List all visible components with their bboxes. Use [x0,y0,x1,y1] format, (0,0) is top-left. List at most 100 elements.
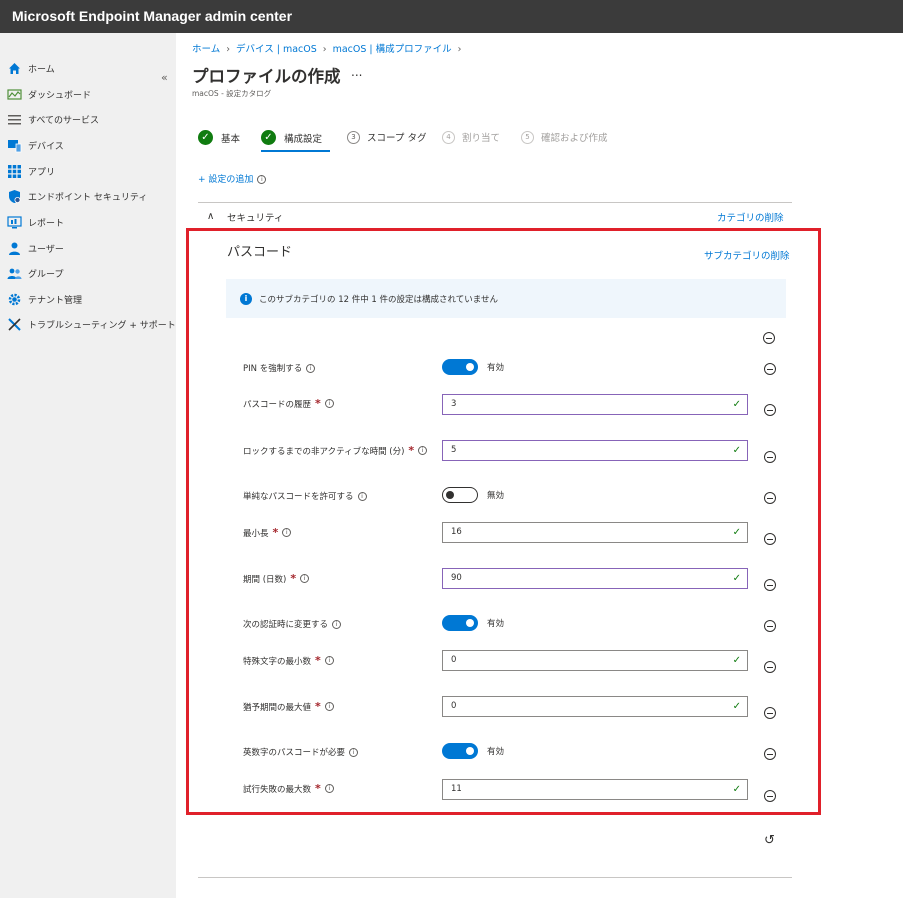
wizard-step-scope-tags[interactable]: 3 スコープ タグ [347,130,426,144]
setting-label: 最小長 * i [243,526,292,539]
setting-label: 期間 (日数) * i [243,572,310,585]
shield-icon [7,189,22,204]
remove-setting-icon[interactable] [764,579,776,591]
breadcrumb-home[interactable]: ホーム [192,44,220,55]
required-marker: * [272,526,279,539]
sidebar-item-reports[interactable]: レポート [7,211,64,233]
info-icon[interactable]: i [306,363,316,373]
remove-setting-icon[interactable] [764,533,776,545]
add-settings-link[interactable]: + 設定の追加 i [198,172,267,185]
breadcrumb-macos-profiles[interactable]: macOS | 構成プロファイル [333,44,452,55]
sidebar-item-tenant-admin[interactable]: テナント管理 [7,288,82,310]
check-icon: ✓ [732,527,741,538]
toggle-switch[interactable] [442,487,478,503]
remove-setting-icon[interactable] [764,790,776,802]
text-input[interactable]: 11 ✓ [442,779,748,800]
info-icon[interactable]: i [257,175,267,184]
remove-subcategory-icon[interactable] [763,332,775,344]
delete-category-link[interactable]: カテゴリの削除 [717,210,784,224]
divider [198,877,792,878]
text-input[interactable]: 5 ✓ [442,440,748,461]
setting-label: 単純なパスコードを許可する i [243,490,367,502]
setting-label: 特殊文字の最小数 * i [243,654,334,667]
app-title-bar: Microsoft Endpoint Manager admin center [0,0,903,33]
sidebar-item-label: ダッシュボード [28,90,92,101]
info-icon[interactable]: i [349,747,359,757]
sidebar-item-dashboard[interactable]: ダッシュボード [7,83,91,105]
wizard-step-basics[interactable]: ✓ 基本 [198,130,240,145]
sidebar-item-devices[interactable]: デバイス [7,134,64,156]
undo-icon[interactable]: ↺ [764,833,775,848]
remove-setting-icon[interactable] [764,404,776,416]
remove-setting-icon[interactable] [764,620,776,632]
setting-label: 英数字のパスコードが必要 i [243,746,359,758]
sidebar-item-label: アプリ [28,167,56,178]
remove-setting-icon[interactable] [764,451,776,463]
sidebar-item-troubleshooting[interactable]: トラブルシューティング + サポート [7,313,176,335]
collapse-sidebar-icon[interactable]: « [161,71,168,84]
step-label: 確認および作成 [541,133,608,144]
toggle-state-label: 有効 [487,747,505,757]
divider [198,202,792,203]
sidebar-item-groups[interactable]: グループ [7,262,63,284]
sidebar-item-endpoint-security[interactable]: エンドポイント セキュリティ [7,185,147,207]
info-icon[interactable]: i [324,656,334,665]
setting-label: PIN を強制する i [243,362,316,374]
chevron-up-icon[interactable]: ∧ [207,211,214,222]
toggle-switch[interactable] [442,615,478,631]
wizard-step-assignments: 4 割り当て [442,130,500,144]
toggle-switch[interactable] [442,359,478,375]
info-icon[interactable]: i [324,702,334,711]
text-input[interactable]: 90 ✓ [442,568,748,589]
remove-setting-icon[interactable] [764,492,776,504]
info-icon[interactable]: i [357,491,367,501]
remove-setting-icon[interactable] [764,707,776,719]
setting-label: 次の認証時に変更する i [243,618,342,630]
check-icon: ✓ [732,445,741,456]
devices-icon [7,138,22,153]
sidebar-item-apps[interactable]: アプリ [7,160,55,182]
sidebar-item-label: ホーム [28,64,55,75]
check-icon: ✓ [732,655,741,666]
info-icon[interactable]: i [324,784,334,793]
apps-grid-icon [7,164,22,179]
info-icon[interactable]: i [332,619,342,629]
setting-label: 試行失敗の最大数 * i [243,782,334,795]
sidebar-item-users[interactable]: ユーザー [7,237,64,259]
dashboard-icon [7,87,22,102]
add-settings-label: + 設定の追加 [198,175,254,185]
info-icon[interactable]: i [418,446,428,455]
info-banner: i このサブカテゴリの 12 件中 1 件の設定は構成されていません [226,279,786,318]
info-icon[interactable]: i [282,528,292,537]
list-icon [7,112,22,127]
wizard-step-configuration[interactable]: ✓ 構成設定 [261,130,322,145]
sidebar-item-home[interactable]: ホーム [7,57,55,79]
toggle-state-label: 無効 [487,491,505,501]
step-label: スコープ タグ [367,133,427,144]
remove-setting-icon[interactable] [764,661,776,673]
active-step-underline [261,150,330,152]
text-input[interactable]: 3 ✓ [442,394,748,415]
breadcrumb-devices-macos[interactable]: デバイス | macOS [236,44,317,55]
step-number: 3 [347,130,360,144]
setting-label: ロックするまでの非アクティブな時間 (分) * i [243,444,428,457]
sidebar-item-label: エンドポイント セキュリティ [28,192,148,203]
text-input[interactable]: 16 ✓ [442,522,748,543]
check-icon: ✓ [732,573,741,584]
sidebar-item-label: レポート [28,218,65,229]
remove-setting-icon[interactable] [764,363,776,375]
chevron-right-icon: › [457,44,462,55]
remove-setting-icon[interactable] [764,748,776,760]
step-number: 5 [521,130,534,144]
info-icon[interactable]: i [300,574,310,583]
check-icon: ✓ [732,784,741,795]
text-input[interactable]: 0 ✓ [442,650,748,671]
toggle-switch[interactable] [442,743,478,759]
info-icon: i [240,292,252,305]
more-options-button[interactable]: ... [351,65,362,79]
sidebar-item-all-services[interactable]: すべてのサービス [7,108,99,130]
delete-subcategory-link[interactable]: サブカテゴリの削除 [704,248,790,262]
text-input[interactable]: 0 ✓ [442,696,748,717]
sidebar-item-label: ユーザー [28,244,64,255]
info-icon[interactable]: i [324,399,334,408]
